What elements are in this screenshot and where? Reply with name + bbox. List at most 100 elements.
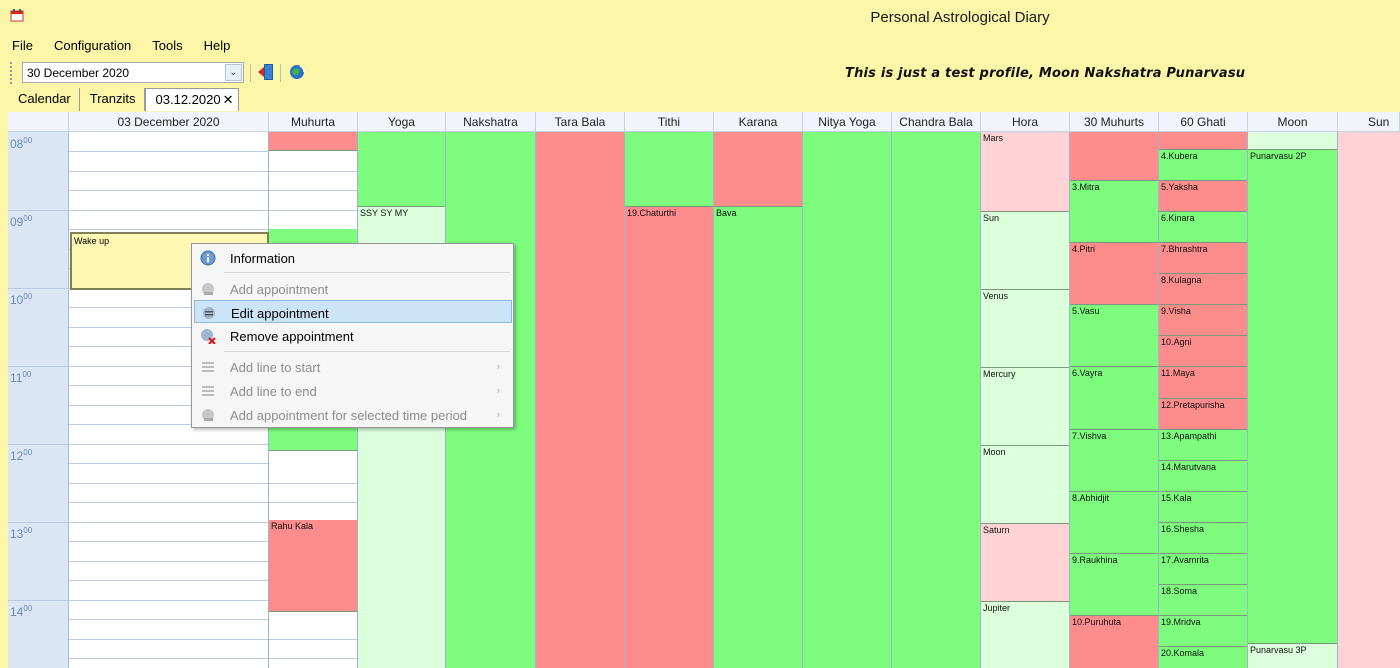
tara-bala-block[interactable] [536,132,624,668]
ghati-block[interactable]: 6.Kinara [1159,212,1247,243]
ghati-block[interactable]: 13.Apampathi [1159,430,1247,461]
column-header-moon[interactable]: Moon [1248,112,1338,132]
muhurts-block[interactable]: 8.Abhidjit [1070,492,1158,554]
tab-day-view[interactable]: 03.12.2020 ✕ [144,88,239,111]
moon-block[interactable]: Punarvasu 2P [1248,150,1337,644]
column-header-muhurta[interactable]: Muhurta [269,112,358,132]
toolbar-grip[interactable] [10,62,12,84]
karana-column[interactable]: Bava [714,132,803,668]
tithi-column[interactable]: 19.Chaturthi [625,132,714,668]
ghati-block[interactable]: 20.Komala [1159,647,1247,668]
tithi-block[interactable]: 19.Chaturthi [625,207,713,668]
ghati-block[interactable]: 14.Marutvana [1159,461,1247,492]
menu-item-label: Add line to end [230,384,317,399]
menu-edit-appointment[interactable]: Edit appointment [194,300,512,323]
muhurts-block[interactable]: 3.Mitra [1070,181,1158,243]
muhurts-block[interactable]: 10.Puruhuta [1070,616,1158,668]
menu-file[interactable]: File [0,36,42,58]
ghati-block[interactable] [1159,132,1247,150]
menu-remove-appointment[interactable]: Remove appointment [194,324,512,347]
menu-add-appointment[interactable]: Add appointment [194,277,512,300]
close-icon[interactable]: ✕ [223,92,234,107]
chandra-bala-column[interactable] [892,132,981,668]
ghati-block[interactable]: 10.Agni [1159,336,1247,367]
column-header-30-muhurts[interactable]: 30 Muhurts [1070,112,1159,132]
column-header-karana[interactable]: Karana [714,112,803,132]
menu-information[interactable]: Information [194,246,512,269]
hour-label: 0900 [10,214,33,229]
toolbar-separator [250,64,251,82]
exit-door-icon[interactable] [258,63,274,81]
menu-add-appointment-selected-period[interactable]: Add appointment for selected time period… [194,403,512,426]
submenu-arrow-icon: › [497,409,500,419]
date-select[interactable]: 30 December 2020 ⌄ [22,62,244,83]
hora-block[interactable]: Sun [981,212,1069,290]
menu-help[interactable]: Help [192,36,240,58]
ghati-block[interactable]: 17.Avamrita [1159,554,1247,585]
menu-add-line-to-end[interactable]: Add line to end › [194,379,512,402]
column-header-60-ghati[interactable]: 60 Ghati [1159,112,1248,132]
hora-column[interactable]: Mars Sun Venus Mercury Moon Saturn Jupit… [981,132,1070,668]
hora-block[interactable]: Moon [981,446,1069,524]
column-header-nakshatra[interactable]: Nakshatra [446,112,536,132]
muhurts-block[interactable] [1070,132,1158,181]
globe-refresh-icon[interactable] [288,63,306,81]
ghati-block[interactable]: 4.Kubera [1159,150,1247,181]
column-header-tara-bala[interactable]: Tara Bala [536,112,625,132]
menu-configuration[interactable]: Configuration [42,36,140,58]
hora-block[interactable]: Venus [981,290,1069,368]
muhurts-block[interactable]: 5.Vasu [1070,305,1158,367]
moon-block[interactable]: Punarvasu 3P [1248,644,1337,668]
menu-item-label: Add appointment [230,282,329,297]
ghati-block[interactable]: 18.Soma [1159,585,1247,616]
ghati-60-column[interactable]: 4.Kubera 5.Yaksha 6.Kinara 7.Bhrashtra 8… [1159,132,1248,668]
ghati-block[interactable]: 11.Maya [1159,367,1247,399]
menu-tools[interactable]: Tools [140,36,191,58]
karana-block[interactable]: Bava [714,207,802,668]
ghati-block[interactable]: 19.Mridva [1159,616,1247,647]
sun-column[interactable] [1338,132,1400,668]
muhurts-block[interactable]: 4.Pitri [1070,243,1158,305]
hora-block[interactable]: Jupiter [981,602,1069,668]
tara-bala-column[interactable] [536,132,625,668]
tithi-block[interactable] [625,132,713,207]
ghati-block[interactable]: 8.Kulagna [1159,274,1247,305]
ghati-block[interactable]: 12.Pretapurisha [1159,399,1247,430]
moon-block[interactable] [1248,132,1337,150]
ghati-block[interactable]: 16.Shesha [1159,523,1247,554]
column-header-nitya-yoga[interactable]: Nitya Yoga [803,112,892,132]
ghati-block[interactable]: 5.Yaksha [1159,181,1247,212]
yoga-block[interactable] [358,132,445,207]
column-header-date[interactable]: 03 December 2020 [69,112,269,132]
sun-block[interactable] [1338,132,1400,668]
muhurts-block[interactable]: 6.Vayra [1070,367,1158,430]
ghati-block[interactable]: 7.Bhrashtra [1159,243,1247,274]
tab-calendar[interactable]: Calendar [8,88,80,111]
app-window: Personal Astrological Diary File Configu… [0,0,1400,668]
nitya-yoga-column[interactable] [803,132,892,668]
hora-block[interactable]: Mars [981,132,1069,212]
column-header-sun[interactable]: Sun [1338,112,1400,132]
hora-block[interactable]: Mercury [981,368,1069,446]
chevron-down-icon[interactable]: ⌄ [225,64,242,81]
muhurts-30-column[interactable]: 3.Mitra 4.Pitri 5.Vasu 6.Vayra 7.Vishva … [1070,132,1159,668]
menu-item-label: Remove appointment [230,329,354,344]
tab-tranzits[interactable]: Tranzits [80,88,145,111]
nitya-yoga-block[interactable] [803,132,891,668]
muhurta-block[interactable]: Rahu Kala [269,520,357,612]
ghati-block[interactable]: 15.Kala [1159,492,1247,523]
column-header-chandra-bala[interactable]: Chandra Bala [892,112,981,132]
column-header-hora[interactable]: Hora [981,112,1070,132]
muhurts-block[interactable]: 9.Raukhina [1070,554,1158,616]
menu-bar: File Configuration Tools Help [0,36,239,58]
muhurts-block[interactable]: 7.Vishva [1070,430,1158,492]
menu-add-line-to-start[interactable]: Add line to start › [194,355,512,378]
hora-block[interactable]: Saturn [981,524,1069,602]
ghati-block[interactable]: 9.Visha [1159,305,1247,336]
muhurta-block[interactable] [269,132,357,151]
chandra-bala-block[interactable] [892,132,980,668]
karana-block[interactable] [714,132,802,207]
moon-column[interactable]: Punarvasu 2P Punarvasu 3P [1248,132,1338,668]
column-header-tithi[interactable]: Tithi [625,112,714,132]
column-header-yoga[interactable]: Yoga [358,112,446,132]
